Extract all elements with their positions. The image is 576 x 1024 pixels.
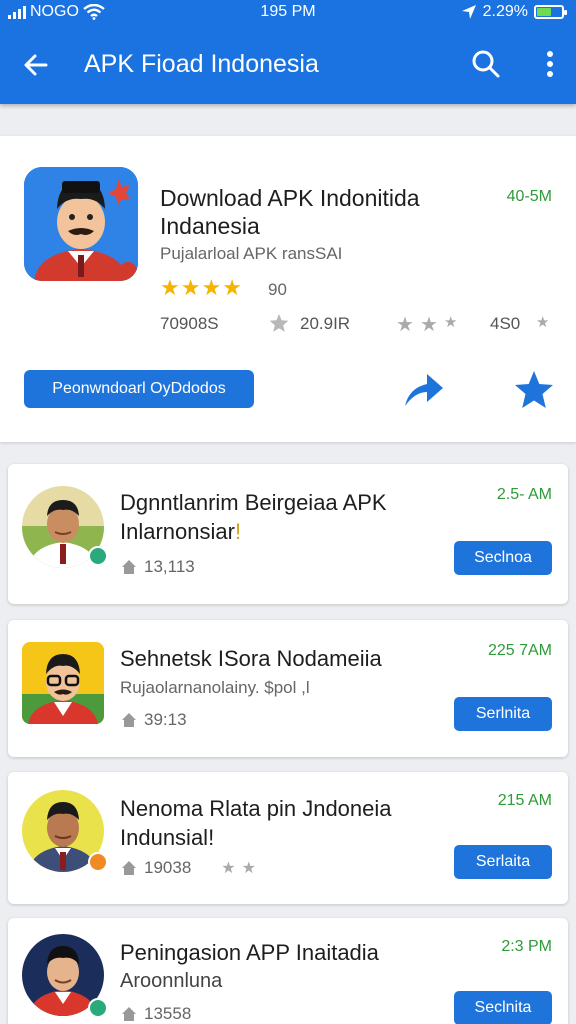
favorite-star-icon[interactable] [513,369,555,411]
app-subtitle: Rujaolarnanolainy. $pol ,l [120,678,310,697]
rating-value: 4S0 [490,314,521,333]
battery-percent: 2.29% [482,3,528,20]
app-list-item[interactable]: Dgnntlanrim Beirgeiaa APK Inlarnonsiar! … [8,464,568,604]
app-avatar [22,642,104,724]
star-icon: ★ [221,860,236,877]
badge-icon [88,852,108,872]
app-title-mark: ! [234,519,242,544]
app-time: 2.5- AM [496,486,552,503]
app-list-item[interactable]: Sehnetsk ISora Nodameiia Rujaolarnanolai… [8,620,568,757]
star-icon: ★ [241,860,256,877]
house-icon [122,713,136,727]
downloads-count: 70908S [160,314,219,333]
share-icon[interactable] [403,370,445,410]
status-right: 2.29% [461,3,567,21]
star-icon: ★ [396,314,414,336]
back-arrow-icon[interactable] [20,49,52,81]
app-time: 2:3 PM [501,938,552,955]
app-title-line2-text: Inlarnonsiar [120,519,235,544]
app-meta-count: 13,113 [144,557,195,576]
app-title: Dgnntlanrim Beirgeiaa APK Inlarnonsiar! [120,488,440,546]
app-meta: 39:13 [120,710,187,730]
app-subtitle: Aroonnluna [120,970,223,992]
app-title: Peningasion APP Inaitadia [120,940,379,965]
house-icon [122,861,136,875]
app-list-item[interactable]: Peningasion APP Inaitadia Aroonnluna 135… [8,918,568,1024]
star-icon: ★ [180,275,201,300]
featured-app-name: Download APK Indonitida Indanesia [160,184,470,240]
app-title: Nenoma Rlata pin Jndoneia Indunsial! [120,794,440,852]
star-stat: 20.9IR [300,314,351,333]
app-time: 225 7AM [487,642,552,659]
app-meta-count: 19038 [144,858,192,877]
star-icon: ★ [536,314,550,331]
app-title-line2: Indunsial! [120,825,215,850]
star-icon: ★ [201,275,222,300]
app-meta: 19038 ★ ★ [120,858,256,878]
search-icon[interactable] [470,48,502,80]
list-action-button[interactable]: Serlnita [454,697,552,731]
star-icon: ★ [444,314,458,331]
verified-badge-icon [88,998,108,1018]
star-outline-icon [269,314,289,332]
star-icon: ★ [222,275,242,300]
app-title-line1: Dgnntlanrim Beirgeiaa APK [120,490,387,515]
battery-icon [534,5,567,19]
featured-rating-count: 90 [268,280,287,299]
app-bar: NOGO 195 PM 2.29% APK Fioad Indonesia [0,0,576,104]
list-action-button[interactable]: Seclnita [454,991,552,1024]
house-icon [122,560,136,574]
featured-app-card[interactable]: Download APK Indonitida Indanesia 40-5M … [0,136,576,442]
app-meta-count: 39:13 [144,710,187,729]
more-vert-icon[interactable] [544,48,556,80]
app-title-line2: Inlarnonsiar! [120,517,440,546]
star-icon: ★ [420,314,438,336]
list-action-button[interactable]: Seclnoa [454,541,552,575]
featured-app-name-line2: Indanesia [160,213,260,239]
app-meta-count: 13558 [144,1004,192,1023]
verified-badge-icon [88,546,108,566]
status-bar: NOGO 195 PM 2.29% [0,0,576,26]
app-time: 215 AM [497,792,552,809]
app-title-line1: Nenoma Rlata pin Jndoneia [120,796,392,821]
featured-app-icon [24,167,138,281]
house-icon [122,1007,136,1021]
star-icon: ★ [160,275,180,300]
page-title: APK Fioad Indonesia [84,50,319,78]
app-list-item[interactable]: Nenoma Rlata pin Jndoneia Indunsial! 190… [8,772,568,904]
featured-app-developer: Pujalarloal APK ransSAI [160,244,343,263]
featured-app-size: 40-5M [506,188,552,205]
app-meta: 13,113 [120,557,195,577]
list-action-button[interactable]: Serlaita [454,845,552,879]
app-meta: 13558 [120,1004,191,1024]
toolbar: APK Fioad Indonesia [0,40,576,90]
download-button[interactable]: Peonwndoarl OyDdodos [24,370,254,408]
featured-stats-row: 70908S 20.9IR ★ ★ ★ 4S0 ★ [160,312,560,338]
featured-app-name-line1: Download APK Indonitida [160,185,420,211]
app-title: Sehnetsk ISora Nodameiia [120,646,382,671]
location-icon [461,5,476,19]
featured-rating-stars: ★ ★ ★ ★ [160,277,242,299]
